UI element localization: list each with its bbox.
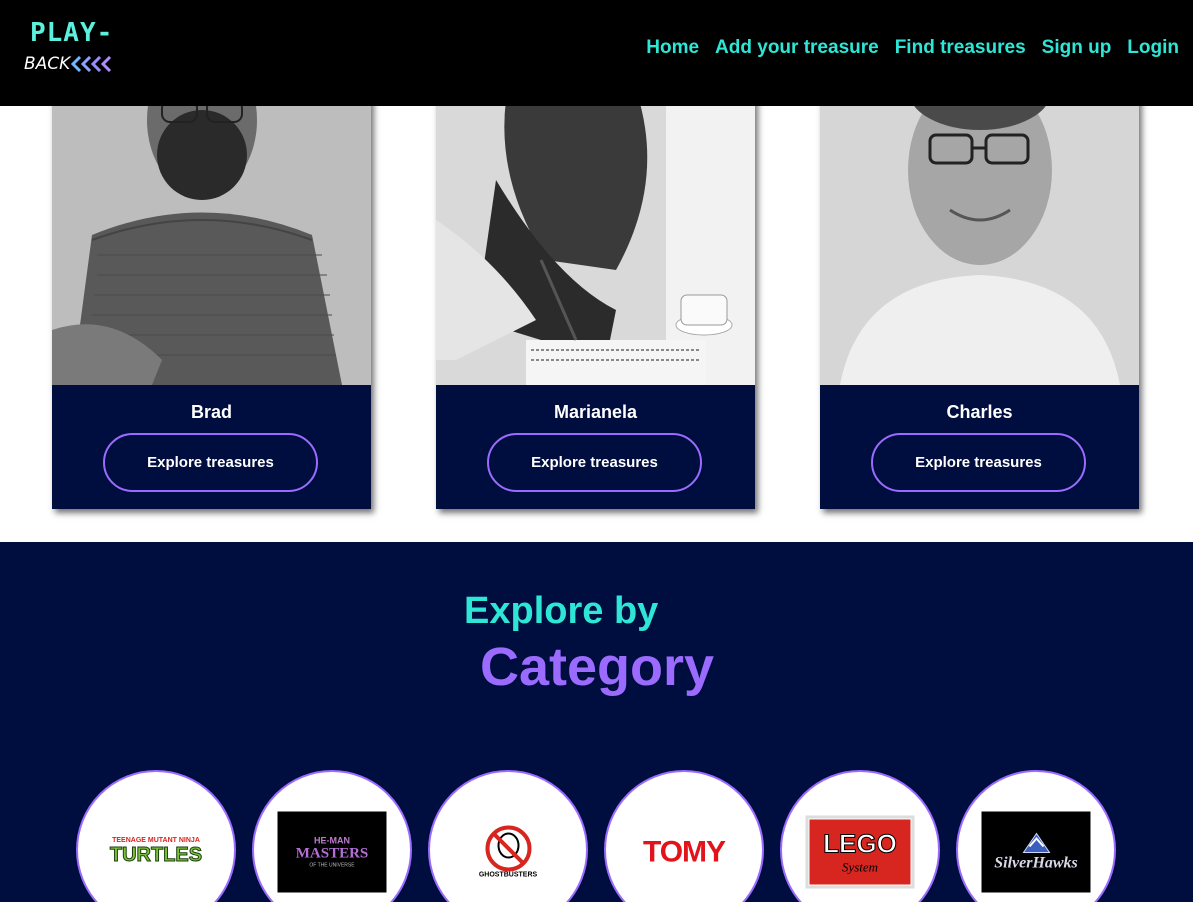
collector-photo bbox=[436, 60, 755, 385]
category-lego[interactable]: LEGO System bbox=[780, 770, 940, 902]
site-header: PLAY- BACK Home Add your treasure Find t… bbox=[0, 0, 1193, 106]
category-tomy[interactable]: TOMY bbox=[604, 770, 764, 902]
logo-text-back: BACK bbox=[24, 54, 71, 74]
category-silverhawks[interactable]: SilverHawks bbox=[956, 770, 1116, 902]
collector-name: Marianela bbox=[553, 402, 638, 422]
category-tmnt[interactable]: TEENAGE MUTANT NINJA TURTLES bbox=[76, 770, 236, 902]
collector-card: Brad Explore treasures bbox=[52, 60, 371, 509]
collector-photo bbox=[52, 60, 371, 385]
nav-home[interactable]: Home bbox=[646, 37, 699, 59]
tmnt-logo: TEENAGE MUTANT NINJA TURTLES bbox=[109, 837, 203, 867]
main-nav: Home Add your treasure Find treasures Si… bbox=[646, 37, 1179, 59]
nav-find-treasures[interactable]: Find treasures bbox=[895, 37, 1026, 59]
explore-treasures-button[interactable]: Explore treasures bbox=[487, 433, 702, 492]
ghost-icon bbox=[485, 825, 531, 872]
collector-name: Charles bbox=[946, 402, 1013, 422]
category-ghostbusters[interactable]: GHOSTBUSTERS bbox=[428, 770, 588, 902]
lego-logo: LEGO System bbox=[805, 815, 915, 889]
ghostbusters-logo: GHOSTBUSTERS bbox=[453, 821, 563, 883]
silverhawks-logo: SilverHawks bbox=[981, 811, 1091, 893]
playback-logo[interactable]: PLAY- BACK bbox=[22, 18, 114, 78]
logo-text-play: PLAY- bbox=[30, 18, 114, 48]
hawk-icon bbox=[1022, 832, 1050, 853]
nav-sign-up[interactable]: Sign up bbox=[1042, 37, 1112, 59]
category-he-man[interactable]: HE-MAN MASTERS OF THE UNIVERSE bbox=[252, 770, 412, 902]
explore-treasures-button[interactable]: Explore treasures bbox=[871, 433, 1086, 492]
he-man-logo: HE-MAN MASTERS OF THE UNIVERSE bbox=[277, 811, 387, 893]
section-title-explore-by: Explore by bbox=[464, 590, 659, 632]
section-title-category: Category bbox=[480, 637, 715, 697]
collector-card: Charles Explore treasures bbox=[820, 60, 1139, 509]
explore-treasures-button[interactable]: Explore treasures bbox=[103, 433, 318, 492]
nav-login[interactable]: Login bbox=[1127, 37, 1179, 59]
collector-card: Marianela Explore treasures bbox=[436, 60, 755, 509]
collector-name: Brad bbox=[190, 402, 232, 422]
rewind-arrows-icon bbox=[70, 56, 112, 72]
tomy-logo: TOMY bbox=[629, 835, 739, 868]
nav-add-treasure[interactable]: Add your treasure bbox=[715, 37, 879, 59]
collector-photo bbox=[820, 60, 1139, 385]
